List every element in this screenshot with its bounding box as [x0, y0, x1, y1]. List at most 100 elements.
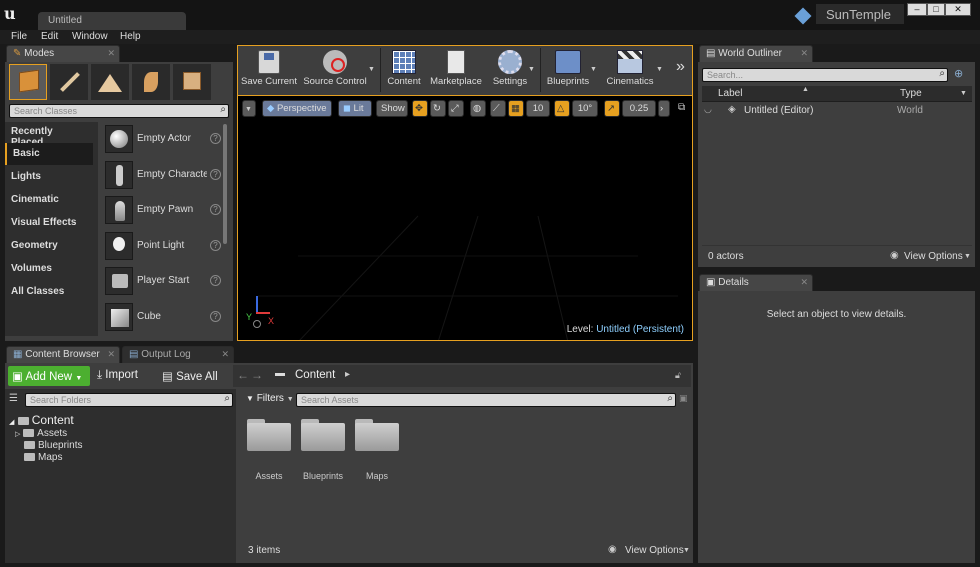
mode-foliage-button[interactable]: [132, 64, 170, 100]
world-local-button[interactable]: ◍: [470, 100, 486, 117]
close-icon[interactable]: ✕: [800, 48, 808, 59]
toolbar-expand-icon[interactable]: »: [676, 58, 685, 76]
output-log-tab[interactable]: ▤ Output Log ✕: [122, 346, 234, 364]
source-control-status-icon[interactable]: [794, 7, 812, 25]
outliner-row[interactable]: ◡ ◈ Untitled (Editor) World: [702, 103, 972, 119]
menu-file[interactable]: File: [11, 31, 27, 42]
import-button[interactable]: ⤓ Import: [97, 369, 138, 382]
column-options-icon[interactable]: ▼: [960, 90, 967, 97]
scale-snap-button[interactable]: ↗: [604, 100, 620, 117]
search-classes-input[interactable]: Search Classes ⌕: [9, 104, 229, 118]
rotation-snap-value[interactable]: 10°: [572, 100, 598, 117]
path-chevron-icon[interactable]: ▸: [345, 369, 350, 380]
actor-item-empty-character[interactable]: Empty Character ?: [103, 159, 223, 193]
category-visual-effects[interactable]: Visual Effects: [5, 212, 93, 234]
category-all-classes[interactable]: All Classes: [5, 281, 93, 303]
blueprints-button[interactable]: Blueprints: [542, 50, 594, 92]
back-arrow-icon[interactable]: ←: [237, 368, 249, 382]
mode-place-button[interactable]: [9, 64, 47, 100]
help-icon[interactable]: ?: [210, 204, 221, 215]
folder-blueprints[interactable]: [301, 417, 345, 451]
category-geometry[interactable]: Geometry: [5, 235, 93, 257]
menu-edit[interactable]: Edit: [41, 31, 58, 42]
modes-tab[interactable]: ✎ Modes ✕: [6, 45, 120, 63]
chevron-down-icon[interactable]: ▼: [683, 547, 690, 554]
minimize-button[interactable]: –: [907, 3, 927, 16]
tree-item-blueprints[interactable]: Blueprints: [24, 440, 82, 451]
help-icon[interactable]: ?: [210, 133, 221, 144]
actor-item-empty-pawn[interactable]: Empty Pawn ?: [103, 194, 223, 228]
save-all-button[interactable]: ▤ Save All: [162, 369, 218, 383]
tree-item-assets[interactable]: ▷ Assets: [15, 428, 67, 439]
outliner-add-icon[interactable]: ⊕: [954, 67, 963, 80]
outliner-col-label[interactable]: Label: [718, 88, 742, 99]
chevron-down-icon[interactable]: ▼: [964, 253, 971, 260]
perspective-button[interactable]: ◆ Perspective: [262, 100, 332, 117]
maximize-viewport-icon[interactable]: ⧉: [678, 102, 685, 113]
rotation-snap-button[interactable]: △: [554, 100, 570, 117]
actor-item-player-start[interactable]: Player Start ?: [103, 265, 223, 299]
settings-button[interactable]: Settings: [488, 50, 532, 92]
rotate-tool-button[interactable]: ↻: [430, 100, 446, 117]
grid-snap-button[interactable]: ▦: [508, 100, 524, 117]
actor-list-scrollbar[interactable]: [223, 124, 227, 244]
forward-arrow-icon[interactable]: →: [251, 368, 263, 382]
help-icon[interactable]: ?: [210, 311, 221, 322]
surface-snap-button[interactable]: ⟋: [490, 100, 506, 117]
folder-assets[interactable]: [247, 417, 291, 451]
scale-tool-button[interactable]: ⤢: [448, 100, 464, 117]
search-folders-input[interactable]: Search Folders ⌕: [25, 393, 233, 407]
help-icon[interactable]: ?: [210, 240, 221, 251]
unreal-logo-icon[interactable]: u: [4, 4, 24, 24]
add-new-button[interactable]: ▣ Add New ▼: [8, 366, 90, 386]
source-control-button[interactable]: Source Control: [300, 50, 370, 92]
details-tab[interactable]: ▣ Details ✕: [699, 274, 813, 292]
menu-help[interactable]: Help: [120, 31, 141, 42]
menu-window[interactable]: Window: [72, 31, 108, 42]
mode-paint-button[interactable]: [50, 64, 88, 100]
asset-view-options[interactable]: View Options: [625, 545, 684, 556]
mode-geometry-button[interactable]: [173, 64, 211, 100]
show-button[interactable]: Show: [376, 100, 408, 117]
category-basic[interactable]: Basic: [5, 143, 93, 165]
close-icon[interactable]: ✕: [107, 349, 115, 360]
actor-item-point-light[interactable]: Point Light ?: [103, 230, 223, 264]
help-icon[interactable]: ?: [210, 275, 221, 286]
source-control-dropdown-icon[interactable]: ▼: [368, 66, 375, 73]
translate-tool-button[interactable]: ✥: [412, 100, 428, 117]
search-assets-input[interactable]: Search Assets ⌕: [296, 393, 676, 407]
category-cinematic[interactable]: Cinematic: [5, 189, 93, 211]
mode-landscape-button[interactable]: [91, 64, 129, 100]
filters-button[interactable]: ▼ Filters ▼: [246, 393, 294, 404]
level-tab[interactable]: Untitled: [38, 12, 186, 30]
close-window-button[interactable]: ✕: [945, 3, 971, 16]
viewport-more-button[interactable]: ›: [658, 100, 670, 117]
world-outliner-tab[interactable]: ▤ World Outliner ✕: [699, 45, 813, 63]
actor-item-empty-actor[interactable]: Empty Actor ?: [103, 123, 223, 157]
cinematics-button[interactable]: Cinematics: [602, 50, 658, 92]
scale-snap-value[interactable]: 0.25: [622, 100, 656, 117]
outliner-view-options[interactable]: View Options: [904, 251, 963, 262]
maximize-button[interactable]: □: [927, 3, 945, 16]
save-search-icon[interactable]: ▣: [679, 393, 688, 404]
actor-item-cube[interactable]: Cube ?: [103, 301, 223, 335]
cinematics-dropdown-icon[interactable]: ▼: [656, 66, 663, 73]
category-recently-placed[interactable]: Recently Placed: [5, 121, 93, 148]
settings-dropdown-icon[interactable]: ▼: [528, 66, 535, 73]
blueprints-dropdown-icon[interactable]: ▼: [590, 66, 597, 73]
outliner-search-input[interactable]: Search... ⌕: [702, 68, 948, 82]
help-icon[interactable]: ?: [210, 169, 221, 180]
close-icon[interactable]: ✕: [800, 277, 808, 288]
grid-snap-value[interactable]: 10: [526, 100, 550, 117]
save-current-button[interactable]: Save Current: [240, 50, 298, 92]
lit-button[interactable]: ◼ Lit: [338, 100, 372, 117]
level-name[interactable]: Untitled (Persistent): [596, 324, 684, 335]
content-browser-tab[interactable]: ▦ Content Browser ✕: [6, 346, 120, 364]
visibility-eye-icon[interactable]: ◡: [704, 104, 712, 115]
lock-icon[interactable]: 🔓︎: [675, 370, 681, 381]
category-lights[interactable]: Lights: [5, 166, 93, 188]
content-button[interactable]: Content: [384, 50, 424, 92]
close-icon[interactable]: ✕: [107, 48, 115, 59]
folder-maps[interactable]: [355, 417, 399, 451]
tree-toggle-icon[interactable]: ☰: [9, 393, 18, 404]
